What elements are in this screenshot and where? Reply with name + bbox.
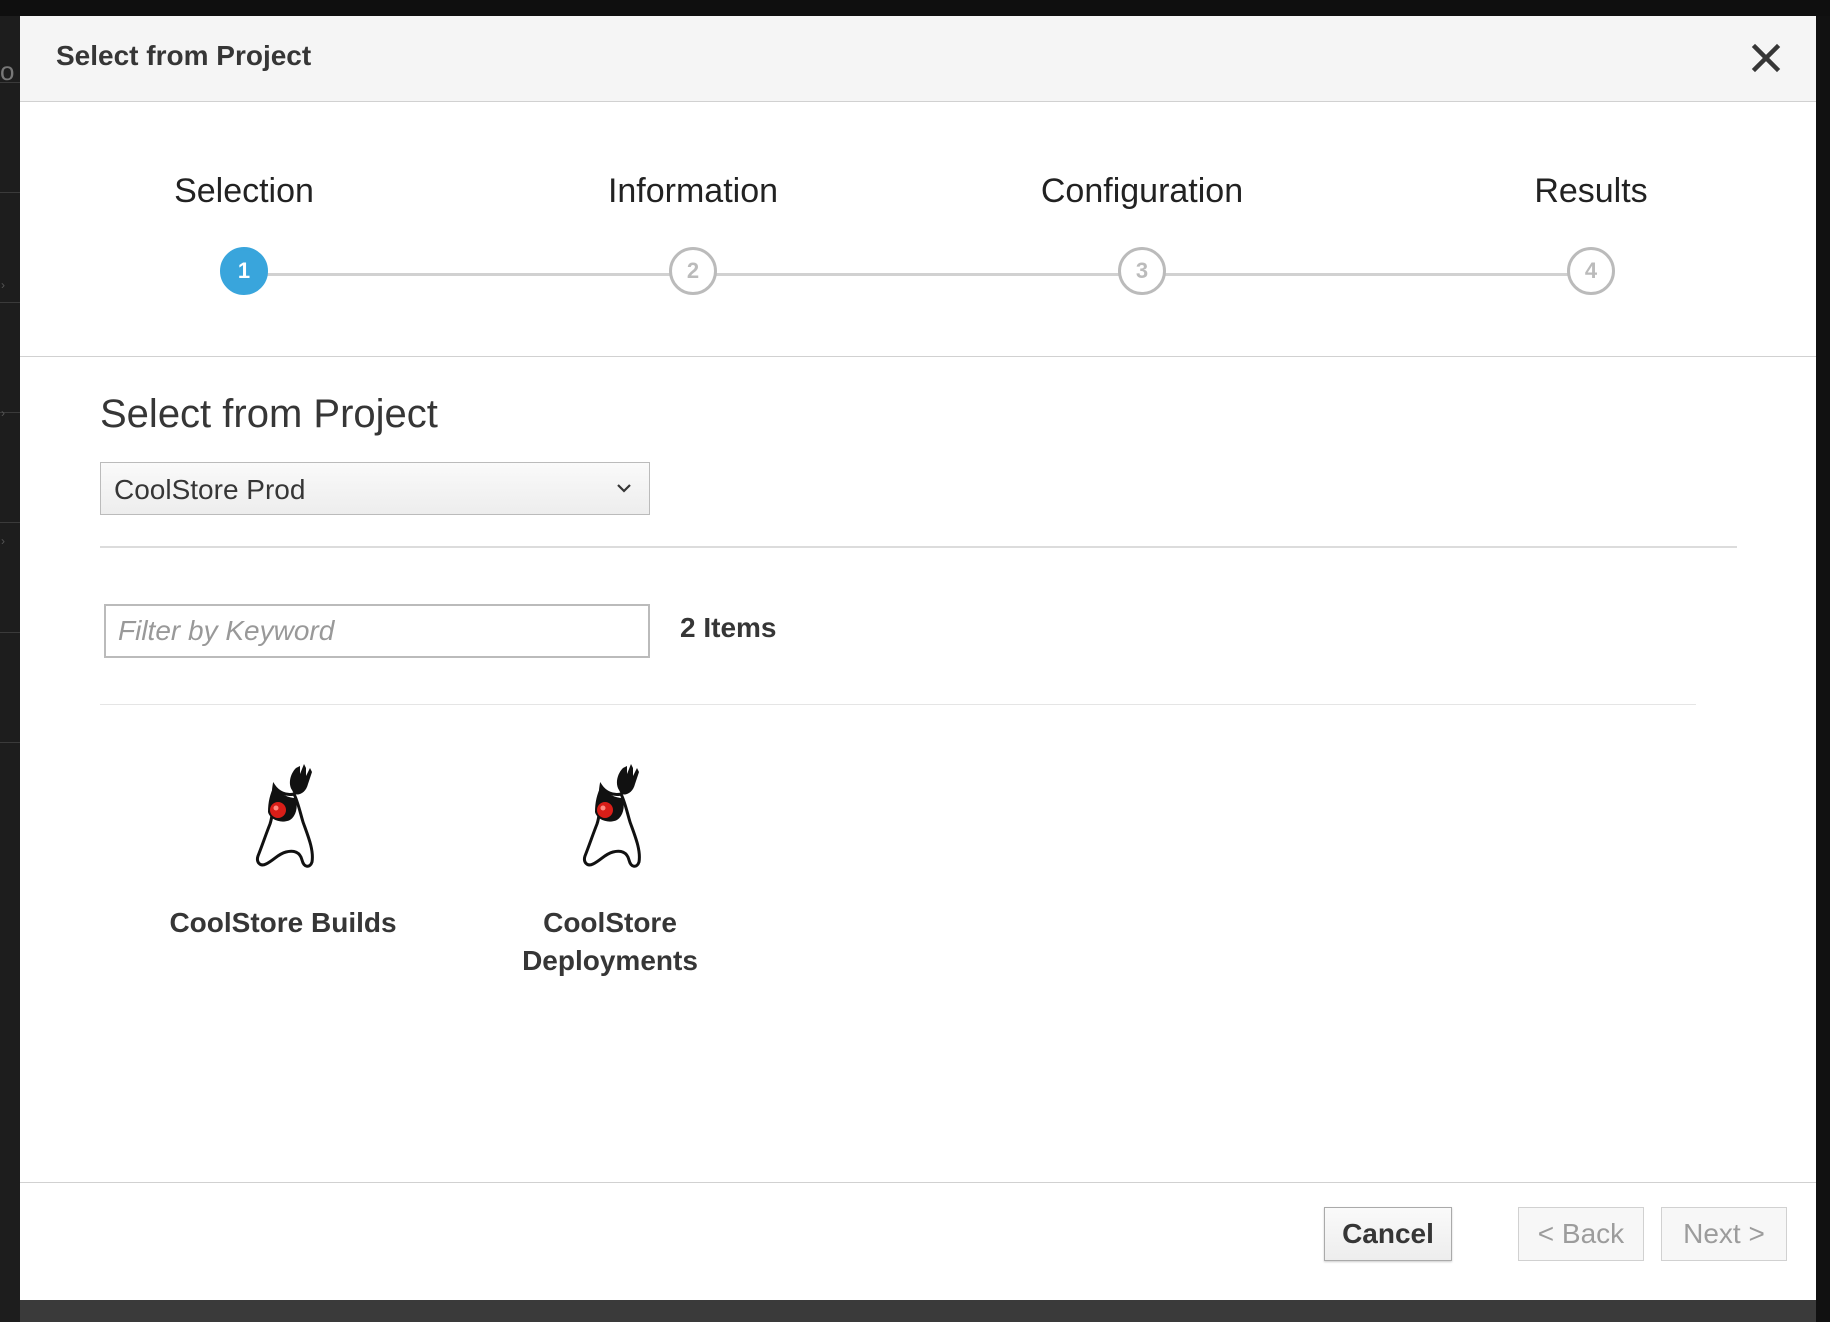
catalog-item-coolstore-builds[interactable]: CoolStore Builds <box>143 764 423 942</box>
back-button[interactable]: < Back <box>1518 1207 1644 1261</box>
wizard-step-label: Configuration <box>1040 172 1244 210</box>
select-from-project-dialog: Select from Project Selection 1 Informat… <box>20 16 1816 1300</box>
project-select-value: CoolStore Prod <box>114 474 306 505</box>
next-button[interactable]: Next > <box>1661 1207 1787 1261</box>
background-bottom-edge <box>20 1300 1816 1322</box>
wizard-step-number: 3 <box>1118 247 1166 295</box>
java-duke-icon <box>256 764 314 868</box>
item-count: 2 Items <box>680 612 777 643</box>
wizard-step-number: 2 <box>669 247 717 295</box>
wizard-step-selection[interactable]: Selection 1 <box>94 102 394 342</box>
modal-footer: Cancel < Back Next > <box>20 1182 1816 1300</box>
modal-header: Select from Project <box>20 16 1816 102</box>
wizard-step-label: Information <box>607 172 779 210</box>
wizard-steps: Selection 1 Information 2 Configuration … <box>20 102 1816 357</box>
catalog-item-label: CoolStore Deployments <box>522 907 698 976</box>
wizard-step-label: Selection <box>174 172 314 210</box>
filter-by-keyword-input[interactable] <box>104 604 650 658</box>
wizard-step-results[interactable]: Results 4 <box>1441 102 1741 342</box>
wizard-step-information[interactable]: Information 2 <box>543 102 843 342</box>
close-icon <box>1751 43 1781 73</box>
section-title: Select from Project <box>100 392 438 436</box>
cancel-button[interactable]: Cancel <box>1324 1207 1452 1261</box>
background-top-bar <box>0 0 1830 16</box>
catalog-item-label: CoolStore Builds <box>169 907 397 938</box>
wizard-step-number: 4 <box>1567 247 1615 295</box>
divider <box>100 704 1696 705</box>
wizard-step-configuration[interactable]: Configuration 3 <box>992 102 1292 342</box>
modal-title: Select from Project <box>56 40 312 71</box>
background-sidebar: o › › › <box>0 16 20 1322</box>
background-right-edge <box>1816 16 1830 1322</box>
divider <box>100 546 1737 548</box>
java-duke-icon <box>583 764 641 868</box>
project-select[interactable]: CoolStore Prod <box>100 462 650 515</box>
wizard-progress-line <box>242 273 1608 276</box>
wizard-step-number: 1 <box>220 247 268 295</box>
close-button[interactable] <box>1746 38 1786 78</box>
wizard-step-label: Results <box>1534 172 1648 210</box>
catalog-item-coolstore-deployments[interactable]: CoolStore Deployments <box>470 764 750 980</box>
chevron-down-icon <box>617 484 631 493</box>
